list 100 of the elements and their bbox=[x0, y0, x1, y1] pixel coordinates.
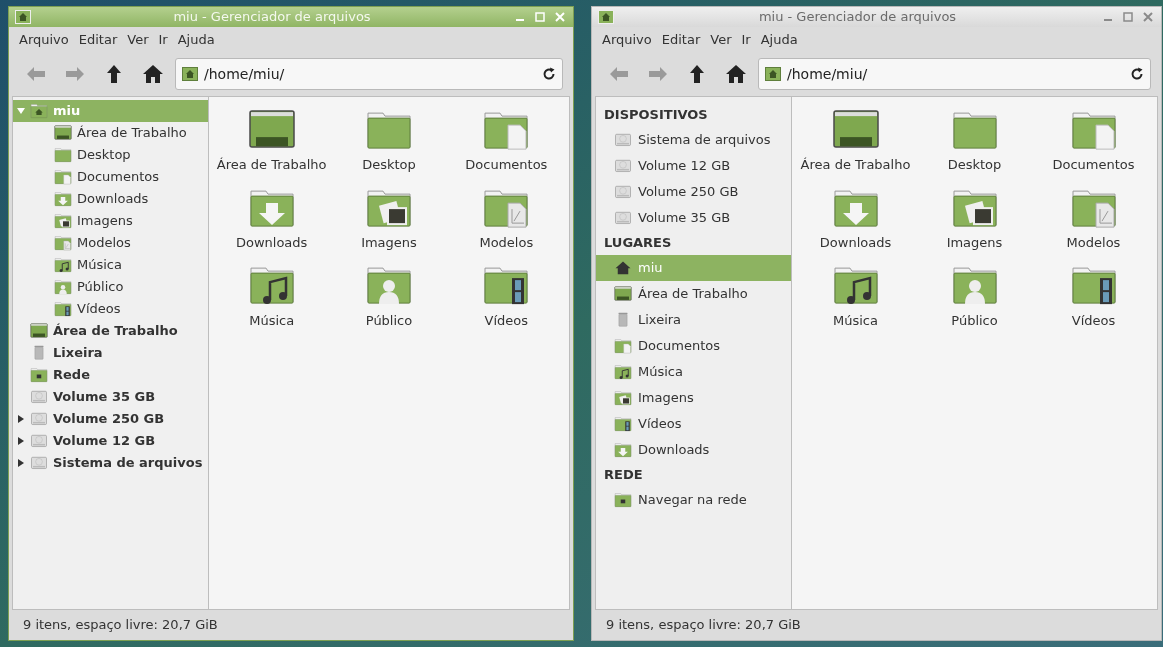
close-icon[interactable] bbox=[1141, 10, 1155, 24]
file-item[interactable]: Público bbox=[915, 264, 1034, 331]
collapsed-arrow-icon[interactable] bbox=[17, 415, 25, 423]
home-folder-icon bbox=[765, 67, 781, 81]
home-icon bbox=[614, 260, 632, 276]
drive-icon bbox=[614, 132, 632, 148]
file-item[interactable]: Modelos bbox=[447, 186, 565, 253]
forward-arrow-icon bbox=[66, 67, 84, 81]
menu-item[interactable]: Arquivo bbox=[598, 29, 656, 50]
sidebar-item[interactable]: Vídeos bbox=[596, 411, 791, 437]
desktop-folder-icon bbox=[614, 286, 632, 302]
maximize-icon[interactable] bbox=[533, 10, 547, 24]
download-folder-icon bbox=[614, 442, 632, 458]
maximize-icon[interactable] bbox=[1121, 10, 1135, 24]
file-item[interactable]: Área de Trabalho bbox=[796, 109, 915, 175]
sidebar-item[interactable]: Lixeira bbox=[596, 307, 791, 333]
sidebar-item[interactable]: Downloads bbox=[13, 188, 208, 210]
sidebar-item[interactable]: Documentos bbox=[13, 166, 208, 188]
file-item[interactable]: Música bbox=[796, 264, 915, 331]
folder-icon bbox=[54, 147, 72, 163]
sidebar-item[interactable]: Volume 35 GB bbox=[13, 386, 208, 408]
sidebar-item[interactable]: Navegar na rede bbox=[596, 487, 791, 513]
pictures-folder-icon bbox=[54, 213, 72, 229]
drive-icon bbox=[614, 158, 632, 174]
file-item[interactable]: Documentos bbox=[1034, 109, 1153, 175]
menu-item[interactable]: Ver bbox=[123, 29, 153, 50]
file-item[interactable]: Música bbox=[213, 264, 331, 331]
collapsed-arrow-icon[interactable] bbox=[17, 459, 25, 467]
menu-item[interactable]: Editar bbox=[657, 29, 705, 50]
sidebar-item[interactable]: Música bbox=[13, 254, 208, 276]
sidebar-item[interactable]: Lixeira bbox=[13, 342, 208, 364]
collapsed-arrow-icon[interactable] bbox=[17, 437, 25, 445]
sidebar-item[interactable]: Área de Trabalho bbox=[596, 281, 791, 307]
file-item[interactable]: Público bbox=[330, 264, 448, 331]
document-folder-icon bbox=[482, 109, 531, 152]
section-heading: LUGARES bbox=[603, 234, 673, 253]
menu-item[interactable]: Ver bbox=[706, 29, 736, 50]
file-item[interactable]: Downloads bbox=[213, 186, 331, 253]
file-item[interactable]: Área de Trabalho bbox=[213, 109, 331, 175]
menu-item[interactable]: Editar bbox=[74, 29, 122, 50]
template-folder-icon bbox=[54, 235, 72, 251]
sidebar-item[interactable]: Modelos bbox=[13, 232, 208, 254]
film-folder-icon bbox=[1069, 264, 1118, 307]
file-item[interactable]: Documentos bbox=[447, 109, 565, 175]
file-item[interactable]: Vídeos bbox=[1034, 264, 1153, 331]
sidebar-item[interactable]: Volume 250 GB bbox=[596, 179, 791, 205]
person-folder-icon bbox=[54, 279, 72, 295]
sidebar-item[interactable]: Volume 35 GB bbox=[596, 205, 791, 231]
sidebar-item[interactable]: Sistema de arquivos bbox=[596, 127, 791, 153]
desktop-folder-icon bbox=[30, 323, 48, 339]
sidebar-item[interactable]: Vídeos bbox=[13, 298, 208, 320]
music-folder-icon bbox=[614, 364, 632, 380]
sidebar-item[interactable]: Área de Trabalho bbox=[13, 320, 208, 342]
film-folder-icon bbox=[482, 264, 531, 307]
file-item[interactable]: Downloads bbox=[796, 186, 915, 253]
sidebar-item[interactable]: Volume 12 GB bbox=[596, 153, 791, 179]
document-folder-icon bbox=[54, 169, 72, 185]
section-heading: REDE bbox=[603, 466, 644, 485]
back-arrow-icon bbox=[610, 67, 628, 81]
sidebar-item[interactable]: Rede bbox=[13, 364, 208, 386]
drive-icon bbox=[30, 389, 48, 405]
file-item[interactable]: Vídeos bbox=[447, 264, 565, 331]
close-icon[interactable] bbox=[553, 10, 567, 24]
home-icon bbox=[726, 65, 746, 83]
sidebar-item[interactable]: Documentos bbox=[596, 333, 791, 359]
music-folder-icon bbox=[247, 264, 296, 307]
sidebar-item[interactable]: Sistema de arquivos bbox=[13, 452, 208, 474]
menu-item[interactable]: Ir bbox=[737, 29, 755, 50]
file-item[interactable]: Imagens bbox=[915, 186, 1034, 253]
sidebar-item[interactable]: Desktop bbox=[13, 144, 208, 166]
drive-icon bbox=[614, 210, 632, 226]
file-item[interactable]: Desktop bbox=[330, 109, 448, 175]
up-arrow-icon bbox=[690, 65, 704, 83]
drive-icon bbox=[614, 184, 632, 200]
file-item[interactable]: Imagens bbox=[330, 186, 448, 253]
sidebar-item[interactable]: Imagens bbox=[13, 210, 208, 232]
file-item[interactable]: Modelos bbox=[1034, 186, 1153, 253]
sidebar-item[interactable]: Volume 12 GB bbox=[13, 430, 208, 452]
menu-item[interactable]: Ajuda bbox=[756, 29, 802, 50]
expanded-arrow-icon[interactable] bbox=[17, 107, 25, 115]
sidebar-item[interactable]: Área de Trabalho bbox=[13, 122, 208, 144]
path-field[interactable]: /home/miu/ bbox=[175, 58, 563, 90]
reload-icon[interactable] bbox=[542, 67, 556, 81]
reload-icon[interactable] bbox=[1130, 67, 1144, 81]
sidebar-item[interactable]: Imagens bbox=[596, 385, 791, 411]
section-heading: DISPOSITIVOS bbox=[603, 106, 709, 125]
back-arrow-icon bbox=[27, 67, 45, 81]
person-folder-icon bbox=[365, 264, 413, 307]
sidebar-item[interactable]: Volume 250 GB bbox=[13, 408, 208, 430]
sidebar-item[interactable]: Público bbox=[13, 276, 208, 298]
menu-item[interactable]: Arquivo bbox=[15, 29, 73, 50]
menu-item[interactable]: Ajuda bbox=[173, 29, 219, 50]
download-folder-icon bbox=[54, 191, 72, 207]
file-item[interactable]: Desktop bbox=[915, 109, 1034, 175]
menu-item[interactable]: Ir bbox=[154, 29, 172, 50]
sidebar-item[interactable]: Downloads bbox=[596, 437, 791, 463]
path-field[interactable]: /home/miu/ bbox=[758, 58, 1151, 90]
document-folder-icon bbox=[614, 338, 632, 354]
sidebar-item[interactable]: Música bbox=[596, 359, 791, 385]
folder-icon bbox=[365, 109, 413, 152]
